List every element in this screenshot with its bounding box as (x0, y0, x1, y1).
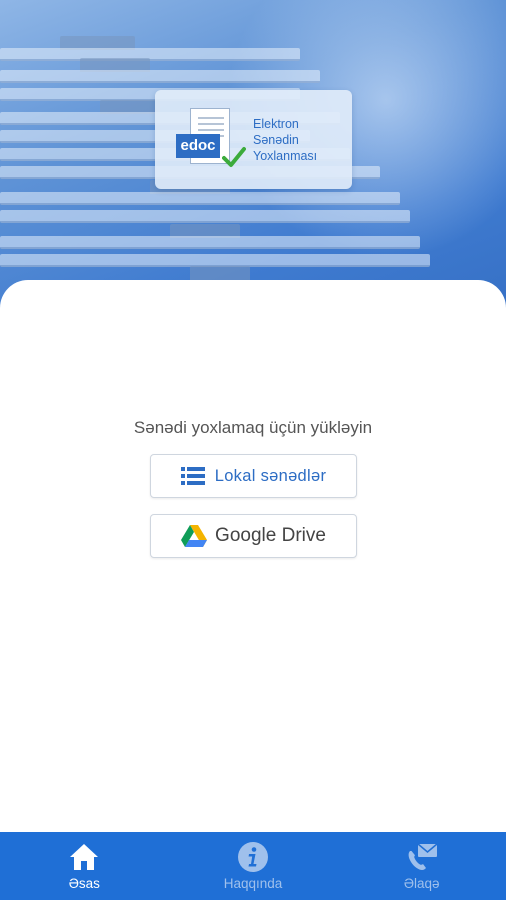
contact-phone-mail-icon (408, 843, 438, 870)
logo-badge: edoc (176, 134, 220, 158)
home-icon (70, 844, 99, 870)
list-icon (180, 467, 205, 485)
logo-title-line-1: Elektron (253, 117, 299, 131)
app-logo: edoc Elektron Sənədin Yoxlanması (155, 90, 352, 189)
nav-item-contact[interactable]: Əlaqə (337, 832, 506, 900)
nav-label-home: Əsas (68, 876, 100, 891)
nav-label-contact: Əlaqə (403, 876, 440, 891)
nav-label-about: Haqqında (223, 876, 283, 891)
google-drive-icon (181, 524, 208, 547)
logo-title-line-3: Yoxlanması (253, 149, 318, 163)
google-drive-button[interactable]: Google Drive (150, 514, 357, 558)
bottom-navigation: Əsas Haqqında Əlaqə (0, 832, 506, 900)
logo-title-line-2: Sənədin (253, 133, 299, 147)
info-icon (238, 842, 268, 872)
local-documents-label: Lokal sənədlər (214, 466, 327, 485)
nav-item-about[interactable]: Haqqında (169, 832, 338, 900)
nav-item-home[interactable]: Əsas (0, 832, 169, 900)
logo-title: Elektron Sənədin Yoxlanması (253, 116, 349, 164)
local-documents-button[interactable]: Lokal sənədlər (150, 454, 357, 498)
upload-prompt: Sənədi yoxlamaq üçün yükləyin (133, 418, 373, 437)
google-drive-label: Google Drive (215, 525, 326, 546)
checkmark-icon (222, 147, 246, 167)
